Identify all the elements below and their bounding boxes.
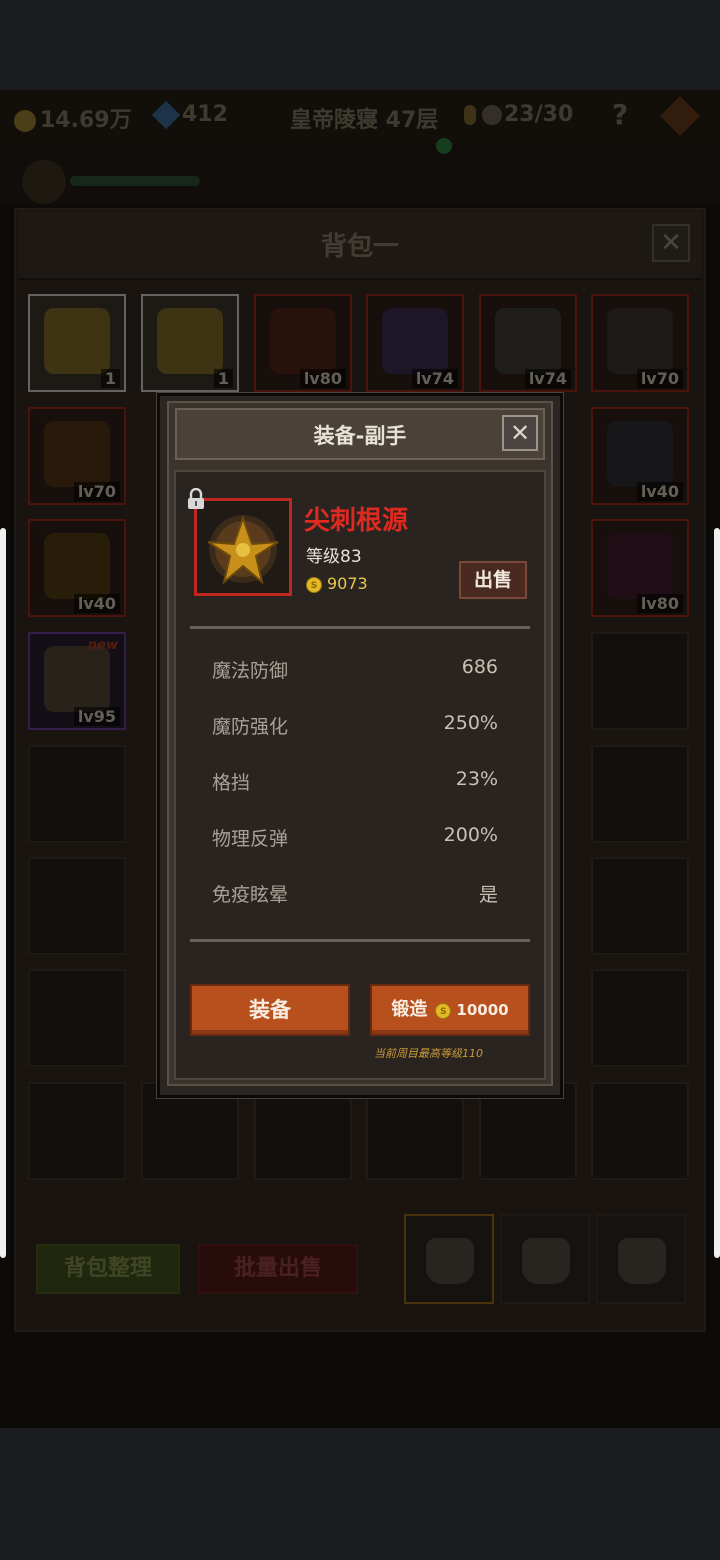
sell-button[interactable]: 出售 — [459, 561, 527, 599]
spiked-shield-icon — [207, 514, 279, 585]
item-price: S 9073 — [306, 574, 368, 593]
modal-title: 装备-副手 — [313, 424, 407, 448]
stat-value: 686 — [461, 656, 498, 678]
stat-name: 魔法防御 — [212, 660, 289, 682]
stat-value: 是 — [478, 884, 498, 906]
right-edge-indicator — [714, 528, 720, 1258]
stat-value: 23% — [455, 768, 498, 790]
max-level-note: 当前周目最高等级110 — [374, 1047, 483, 1060]
coin-icon: S — [306, 576, 322, 593]
item-name: 尖刺根源 — [304, 506, 409, 536]
lock-icon[interactable] — [187, 488, 205, 510]
stat-name: 物理反弹 — [212, 828, 289, 850]
status-bar — [0, 0, 720, 90]
divider — [190, 939, 530, 942]
stat-name: 魔防强化 — [212, 716, 289, 738]
forge-button[interactable]: 锻造 S 10000 — [370, 984, 530, 1036]
modal-close-button[interactable]: ✕ — [502, 415, 538, 451]
stat-name: 格挡 — [212, 772, 251, 794]
stat-name: 免疫眩晕 — [212, 884, 289, 906]
coin-icon: S — [435, 1002, 452, 1019]
equip-button[interactable]: 装备 — [190, 984, 350, 1036]
stat-value: 200% — [443, 824, 498, 846]
divider — [190, 626, 530, 629]
item-level: 等级83 — [306, 547, 362, 567]
left-edge-indicator — [0, 528, 6, 1258]
navigation-bar — [0, 1428, 720, 1560]
stat-value: 250% — [443, 712, 498, 734]
